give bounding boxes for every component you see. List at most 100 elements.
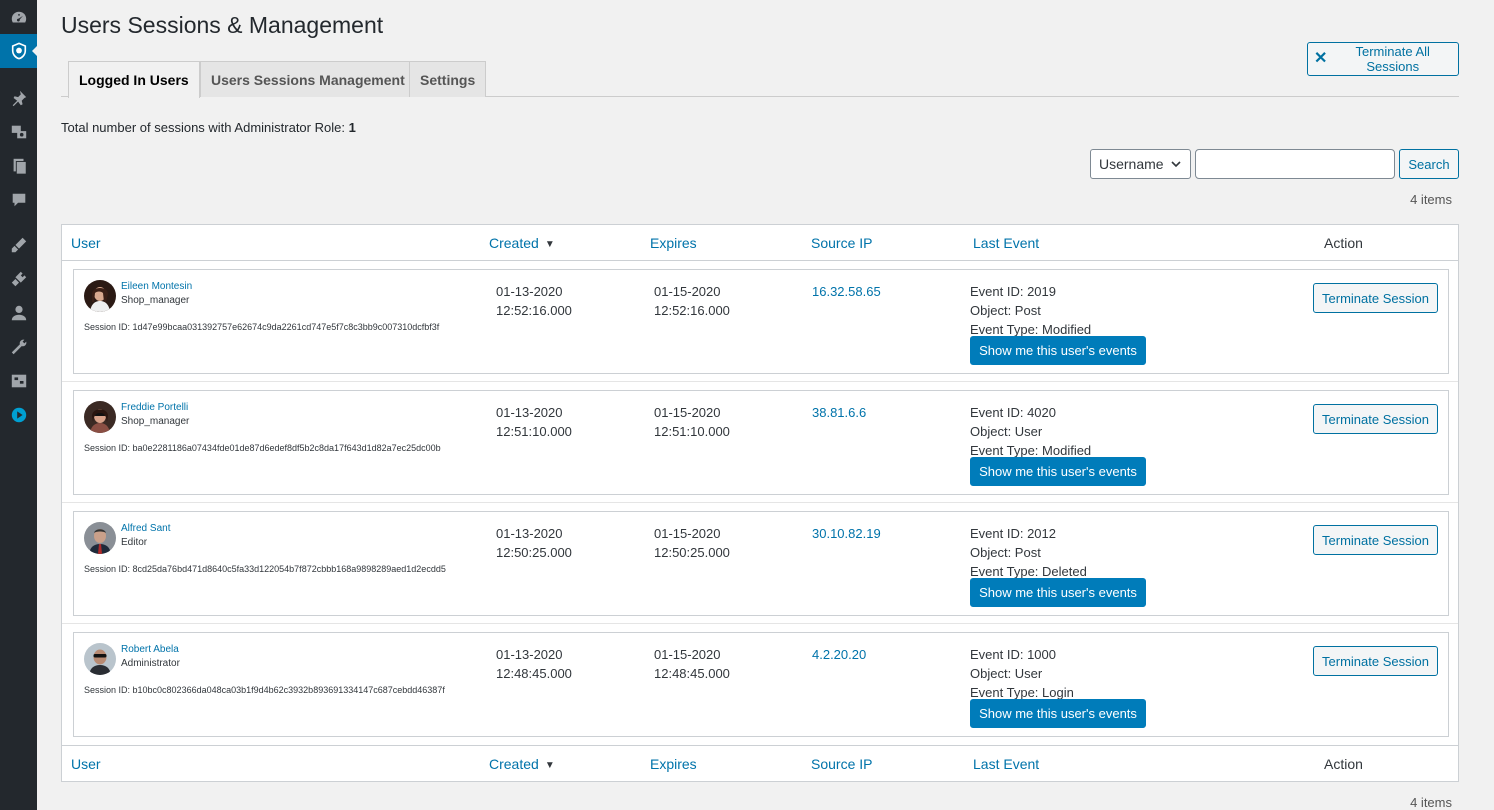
sidebar-item-tools[interactable] <box>0 330 37 364</box>
column-expires[interactable]: Expires <box>650 235 697 251</box>
column-created-label: Created <box>489 756 539 772</box>
pin-icon <box>12 90 26 107</box>
page-title: Users Sessions & Management <box>61 12 384 38</box>
expires-time: 12:52:16.000 <box>654 303 730 318</box>
source-ip-link[interactable]: 16.32.58.65 <box>812 282 881 301</box>
column-last-event[interactable]: Last Event <box>973 235 1039 251</box>
admin-sidebar <box>0 0 38 810</box>
last-event-cell: Event ID: 2012 Object: Post Event Type: De… <box>970 524 1087 581</box>
user-name-link[interactable]: Eileen Montesin <box>121 281 192 292</box>
sidebar-item-pages[interactable] <box>0 149 37 183</box>
sidebar-item-security[interactable] <box>0 34 38 68</box>
pages-icon <box>13 158 27 175</box>
avatar <box>84 401 116 433</box>
table-header: User Created ▼ Expires Source IP Last Eve… <box>62 225 1458 261</box>
sidebar-item-appearance[interactable] <box>0 228 37 262</box>
user-name-link[interactable]: Alfred Sant <box>121 523 170 534</box>
source-ip-link[interactable]: 38.81.6.6 <box>812 403 866 422</box>
terminate-session-button[interactable]: Terminate Session <box>1313 646 1438 676</box>
table-row: Robert Abela Administrator Session ID: b… <box>73 632 1449 737</box>
avatar <box>84 643 116 675</box>
dashboard-icon <box>11 11 26 23</box>
column-source-ip[interactable]: Source IP <box>811 756 872 772</box>
show-user-events-button[interactable]: Show me this user's events <box>970 457 1146 486</box>
comments-icon <box>12 193 25 207</box>
user-role: Administrator <box>121 658 180 669</box>
tab-users-sessions-management[interactable]: Users Sessions Management <box>200 61 416 97</box>
row-divider <box>62 502 1458 503</box>
table-footer: User Created ▼ Expires Source IP Last Eve… <box>62 745 1458 781</box>
session-id: Session ID: ba0e2281186a07434fde01de87d6… <box>84 443 441 453</box>
expires-cell: 01-15-2020 12:52:16.000 <box>654 282 730 320</box>
expires-cell: 01-15-2020 12:50:25.000 <box>654 524 730 562</box>
sidebar-item-users[interactable] <box>0 296 37 330</box>
session-total-label: Total number of sessions with Administra… <box>61 120 345 135</box>
terminate-session-button[interactable]: Terminate Session <box>1313 525 1438 555</box>
created-time: 12:48:45.000 <box>496 666 572 681</box>
event-id: Event ID: 4020 <box>970 405 1056 420</box>
column-user[interactable]: User <box>71 756 101 772</box>
created-time: 12:50:25.000 <box>496 545 572 560</box>
sidebar-item-dashboard[interactable] <box>0 1 37 35</box>
event-id: Event ID: 1000 <box>970 647 1056 662</box>
tab-settings[interactable]: Settings <box>409 61 487 97</box>
show-user-events-button[interactable]: Show me this user's events <box>970 336 1146 365</box>
row-divider <box>62 381 1458 382</box>
search-field-select[interactable]: Username <box>1090 149 1191 179</box>
avatar <box>84 522 116 554</box>
settings-icon <box>11 374 26 388</box>
session-id: Session ID: 8cd25da76bd471d8640c5fa33d12… <box>84 564 446 574</box>
tools-icon <box>11 339 26 355</box>
items-count-top: 4 items <box>1410 192 1452 207</box>
tab-logged-in-users[interactable]: Logged In Users <box>68 61 200 98</box>
column-source-ip[interactable]: Source IP <box>811 235 872 251</box>
source-ip-link[interactable]: 30.10.82.19 <box>812 524 881 543</box>
last-event-cell: Event ID: 1000 Object: User Event Type: Lo… <box>970 645 1074 702</box>
show-user-events-button[interactable]: Show me this user's events <box>970 699 1146 728</box>
play-icon <box>11 407 26 423</box>
user-role: Shop_manager <box>121 416 190 427</box>
column-action: Action <box>1324 235 1363 251</box>
plugins-icon <box>11 271 26 287</box>
created-date: 01-13-2020 <box>496 647 563 662</box>
created-cell: 01-13-2020 12:48:45.000 <box>496 645 572 683</box>
show-user-events-button[interactable]: Show me this user's events <box>970 578 1146 607</box>
event-object: Object: User <box>970 666 1043 681</box>
sidebar-item-comments[interactable] <box>0 183 37 217</box>
column-created[interactable]: Created ▼ <box>489 756 555 772</box>
column-expires[interactable]: Expires <box>650 756 697 772</box>
event-id: Event ID: 2012 <box>970 526 1056 541</box>
column-user[interactable]: User <box>71 235 101 251</box>
last-event-cell: Event ID: 4020 Object: User Event Type: Mo… <box>970 403 1091 460</box>
created-time: 12:51:10.000 <box>496 424 572 439</box>
expires-date: 01-15-2020 <box>654 526 721 541</box>
media-icon <box>11 125 26 139</box>
sidebar-item-posts[interactable] <box>0 81 37 115</box>
created-cell: 01-13-2020 12:50:25.000 <box>496 524 572 562</box>
table-row: Freddie Portelli Shop_manager Session ID… <box>73 390 1449 495</box>
created-cell: 01-13-2020 12:52:16.000 <box>496 282 572 320</box>
main-content: Users Sessions & Management ✕ Terminate … <box>61 0 1459 810</box>
source-ip-link[interactable]: 4.2.20.20 <box>812 645 866 664</box>
sidebar-item-plugins[interactable] <box>0 262 37 296</box>
sidebar-item-media-player[interactable] <box>0 398 37 432</box>
user-name-link[interactable]: Freddie Portelli <box>121 402 188 413</box>
expires-date: 01-15-2020 <box>654 405 721 420</box>
sort-desc-icon: ▼ <box>544 760 555 771</box>
user-name-link[interactable]: Robert Abela <box>121 644 179 655</box>
user-role: Shop_manager <box>121 295 190 306</box>
terminate-session-button[interactable]: Terminate Session <box>1313 404 1438 434</box>
users-icon <box>11 305 26 321</box>
session-id: Session ID: 1d47e99bcaa031392757e62674c9… <box>84 322 440 332</box>
column-created[interactable]: Created ▼ <box>489 235 555 251</box>
table-row: Eileen Montesin Shop_manager Session ID:… <box>73 269 1449 374</box>
search-button[interactable]: Search <box>1399 149 1459 179</box>
event-id: Event ID: 2019 <box>970 284 1056 299</box>
search-input[interactable] <box>1195 149 1395 179</box>
column-last-event[interactable]: Last Event <box>973 756 1039 772</box>
sidebar-item-settings[interactable] <box>0 364 37 398</box>
sidebar-item-media[interactable] <box>0 115 37 149</box>
created-date: 01-13-2020 <box>496 405 563 420</box>
terminate-session-button[interactable]: Terminate Session <box>1313 283 1438 313</box>
expires-cell: 01-15-2020 12:48:45.000 <box>654 645 730 683</box>
